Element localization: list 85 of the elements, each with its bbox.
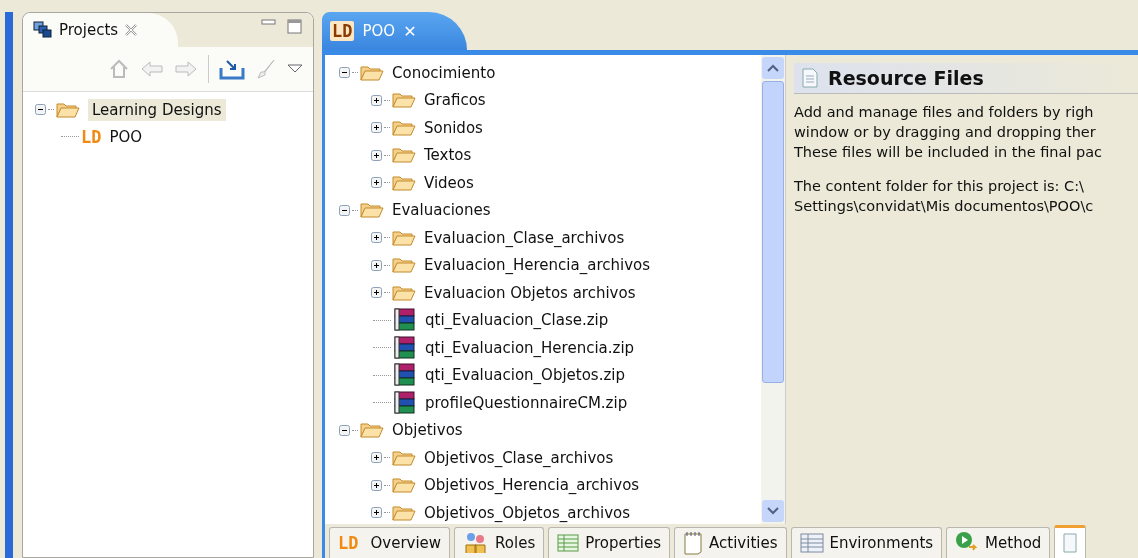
folder-icon bbox=[392, 146, 416, 165]
archive-books-icon bbox=[393, 363, 417, 388]
editor-tab[interactable]: LD POO ✕ bbox=[322, 12, 467, 50]
chevron-up-icon bbox=[767, 64, 779, 72]
description-text: These files will be included in the final pac bbox=[794, 143, 1104, 162]
folder-icon bbox=[360, 201, 384, 220]
tree-item[interactable]: Evaluacion_Herencia_archivos bbox=[424, 256, 651, 275]
folder-icon bbox=[392, 173, 416, 192]
page-tab[interactable]: Roles bbox=[454, 527, 545, 558]
folder-icon bbox=[392, 228, 416, 247]
archive-books-icon bbox=[393, 390, 417, 415]
folder-icon bbox=[392, 448, 416, 467]
tree-item[interactable]: qti_Evaluacion_Clase.zip bbox=[425, 311, 609, 330]
description-text: window or by dragging and dropping ther bbox=[794, 123, 1097, 142]
dropdown-icon[interactable] bbox=[287, 64, 303, 74]
folder-icon bbox=[392, 118, 416, 137]
expand-icon[interactable] bbox=[371, 122, 382, 134]
tree-item[interactable]: Objetivos_Clase_archivos bbox=[424, 448, 614, 467]
expand-icon[interactable] bbox=[371, 507, 382, 519]
notepad-icon bbox=[683, 531, 704, 555]
vertical-scrollbar[interactable] bbox=[761, 55, 785, 524]
tree-item[interactable]: Learning Designs bbox=[88, 98, 226, 121]
folder-icon bbox=[360, 63, 384, 82]
tree-item[interactable]: Objetivos_Objetos_archivos bbox=[424, 503, 631, 522]
collapse-icon[interactable] bbox=[339, 204, 350, 216]
expand-icon[interactable] bbox=[371, 232, 382, 244]
document-icon bbox=[802, 68, 818, 88]
description-text: The content folder for this project is: C:\ bbox=[794, 177, 1085, 196]
close-icon[interactable] bbox=[124, 23, 139, 37]
expand-icon[interactable] bbox=[371, 177, 382, 189]
tree-item[interactable]: Evaluacion_Clase_archivos bbox=[424, 228, 625, 247]
document-icon bbox=[1063, 533, 1078, 553]
tree-item[interactable]: Objetivos bbox=[392, 421, 463, 440]
collapse-icon[interactable] bbox=[339, 424, 350, 436]
folder-icon bbox=[360, 421, 384, 440]
collapse-icon[interactable] bbox=[339, 67, 350, 79]
expand-icon[interactable] bbox=[371, 287, 382, 299]
archive-books-icon bbox=[393, 308, 417, 333]
section-title: Resource Files bbox=[828, 67, 984, 89]
page-tab[interactable]: Method bbox=[946, 527, 1051, 558]
folder-icon bbox=[392, 91, 416, 110]
tree-item[interactable]: Videos bbox=[424, 173, 474, 192]
page-tab[interactable]: Properties bbox=[548, 527, 671, 558]
ld-logo-icon: LD bbox=[330, 21, 355, 41]
expand-icon[interactable] bbox=[371, 259, 382, 271]
table-icon bbox=[557, 534, 580, 552]
minimize-icon[interactable] bbox=[261, 19, 277, 27]
folder-icon bbox=[392, 283, 416, 302]
tree-item[interactable]: profileQuestionnaireCM.zip bbox=[425, 393, 628, 412]
expand-icon[interactable] bbox=[371, 149, 382, 161]
tree-item[interactable]: Textos bbox=[424, 146, 472, 165]
expand-icon[interactable] bbox=[371, 479, 382, 491]
projects-tab[interactable]: Projects bbox=[23, 13, 179, 47]
page-tab[interactable]: Environments bbox=[790, 527, 943, 558]
table-icon bbox=[799, 533, 824, 553]
folder-icon bbox=[56, 100, 80, 119]
page-tab[interactable]: LD Overview bbox=[329, 527, 451, 558]
ld-logo-icon: LD bbox=[338, 533, 359, 553]
folder-icon bbox=[392, 476, 416, 495]
folder-icon bbox=[392, 256, 416, 275]
expand-icon[interactable] bbox=[371, 94, 382, 106]
archive-books-icon bbox=[393, 335, 417, 360]
description-text: Add and manage files and folders by righ bbox=[794, 103, 1095, 122]
scrollbar-thumb[interactable] bbox=[762, 81, 784, 383]
tree-item[interactable]: Evaluacion Objetos archivos bbox=[424, 283, 636, 302]
tree-item[interactable]: qti_Evaluacion_Objetos.zip bbox=[425, 366, 625, 385]
scroll-down-button[interactable] bbox=[762, 500, 784, 522]
description-text: Settings\convidat\Mis documentos\POO\c bbox=[794, 197, 1095, 216]
maximize-icon[interactable] bbox=[287, 19, 303, 35]
chevron-down-icon bbox=[767, 507, 779, 515]
collapse-icon[interactable] bbox=[35, 104, 46, 115]
import-icon[interactable] bbox=[219, 58, 245, 80]
page-tab[interactable]: Activities bbox=[674, 527, 787, 558]
tree-item[interactable]: Conocimiento bbox=[392, 63, 496, 82]
projects-icon bbox=[33, 21, 53, 39]
ld-logo-icon: LD bbox=[81, 126, 102, 147]
tree-item[interactable]: Objetivos_Herencia_archivos bbox=[424, 476, 640, 495]
tree-item[interactable]: Graficos bbox=[424, 91, 486, 110]
tree-item[interactable]: Evaluaciones bbox=[392, 201, 491, 220]
tree-item[interactable]: POO bbox=[109, 127, 143, 146]
tree-item[interactable]: qti_Evaluacion_Herencia.zip bbox=[425, 338, 635, 357]
scroll-up-button[interactable] bbox=[762, 57, 784, 79]
expand-icon[interactable] bbox=[371, 452, 382, 464]
tree-item[interactable]: Sonidos bbox=[424, 118, 483, 137]
folder-icon bbox=[392, 503, 416, 522]
